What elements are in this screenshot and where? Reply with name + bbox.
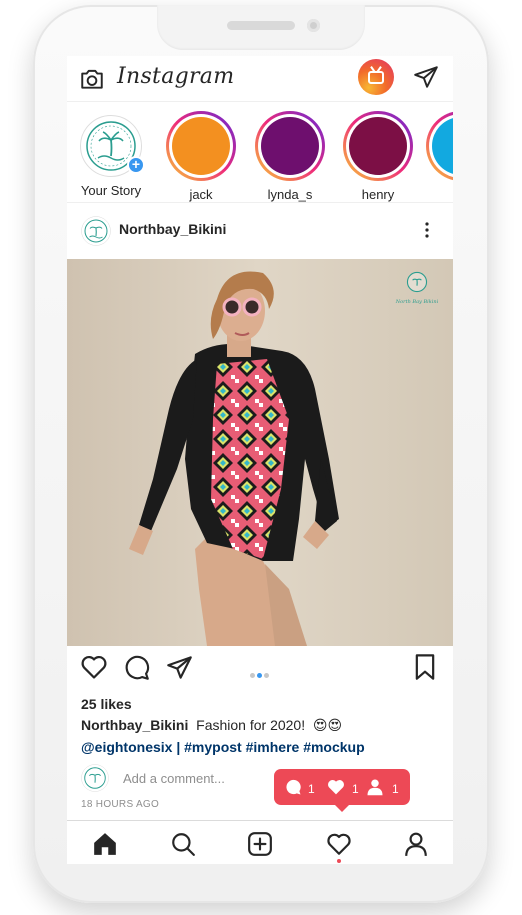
speaker-grille: [227, 21, 295, 30]
carousel-dot-active: [257, 673, 262, 678]
post-author-avatar[interactable]: [81, 216, 111, 246]
profile-icon[interactable]: [403, 831, 429, 857]
activity-icon[interactable]: [326, 831, 352, 857]
stories-tray: + Your Story jack lynda_s henry: [67, 103, 453, 203]
comment-count: 1: [308, 782, 315, 796]
activity-indicator-dot: [337, 859, 341, 863]
heart-filled-icon: [328, 780, 344, 795]
caption-hashtags[interactable]: @eightonesix | #mypost #imhere #mockup: [81, 739, 365, 755]
person-icon: [367, 779, 383, 796]
story-avatar: [261, 117, 319, 175]
like-count[interactable]: 25 likes: [81, 696, 132, 712]
share-icon[interactable]: [166, 654, 193, 681]
watermark-text: North Bay Bikini: [395, 299, 439, 305]
follow-count: 1: [392, 782, 399, 796]
send-icon[interactable]: [413, 64, 439, 90]
igtv-icon[interactable]: [358, 59, 394, 95]
add-comment-input[interactable]: Add a comment...: [123, 771, 225, 786]
instagram-screen: Instagram + Your Story jack lynda_s henr…: [67, 56, 453, 864]
story-avatar: [349, 117, 407, 175]
top-bar: Instagram: [67, 56, 453, 102]
caption-text: Fashion for 2020!: [196, 717, 306, 733]
camera-icon[interactable]: [79, 66, 105, 92]
activity-notification-bubble[interactable]: 1 1 1: [274, 769, 410, 812]
bottom-navigation: [67, 820, 453, 864]
caption-username[interactable]: Northbay_Bikini: [81, 717, 188, 733]
carousel-dot: [250, 673, 255, 678]
northbay-logo-icon: [406, 271, 428, 293]
follow-notification: 1: [366, 778, 399, 799]
comment-bubble-icon: [286, 779, 301, 795]
story-lynda-s[interactable]: lynda_s: [250, 111, 330, 202]
front-camera: [307, 19, 320, 32]
more-options-icon[interactable]: [419, 220, 435, 240]
brand-watermark: North Bay Bikini: [392, 271, 442, 305]
story-label: jack: [189, 187, 213, 202]
app-logo: Instagram: [117, 64, 235, 89]
story-label: lynda_s: [267, 187, 313, 202]
caption-emoji: 😍😍: [312, 717, 343, 733]
comment-notification: 1: [284, 778, 315, 799]
like-notification: 1: [326, 778, 359, 799]
post-caption: Northbay_Bikini Fashion for 2020! 😍😍: [81, 717, 342, 734]
post-header: Northbay_Bikini: [67, 204, 453, 256]
story-avatar: [172, 117, 230, 175]
phone-notch: [157, 5, 365, 50]
carousel-indicator: [249, 665, 270, 683]
your-story-avatar: +: [80, 115, 145, 177]
story-avatar: [432, 117, 453, 175]
carousel-dot: [264, 673, 269, 678]
swimsuit-photo: [67, 259, 453, 646]
post-author-name[interactable]: Northbay_Bikini: [119, 221, 226, 237]
add-story-icon[interactable]: +: [127, 156, 145, 174]
story-label: Your Story: [80, 183, 142, 198]
story-henry[interactable]: henry: [338, 111, 418, 202]
story-partial[interactable]: [421, 111, 453, 181]
post-actions: [67, 648, 453, 688]
commenter-avatar: [81, 764, 109, 792]
like-notification-count: 1: [352, 782, 359, 796]
story-label: henry: [361, 187, 395, 202]
story-jack[interactable]: jack: [161, 111, 241, 202]
post-image[interactable]: North Bay Bikini: [67, 259, 453, 646]
story-your-story[interactable]: + Your Story: [71, 111, 151, 198]
new-post-icon[interactable]: [247, 831, 273, 857]
home-icon[interactable]: [92, 831, 118, 857]
bookmark-icon[interactable]: [413, 653, 437, 681]
comment-icon[interactable]: [123, 654, 150, 681]
heart-icon[interactable]: [80, 654, 108, 680]
post-timestamp: 18 HOURS AGO: [81, 799, 160, 810]
search-icon[interactable]: [170, 831, 196, 857]
